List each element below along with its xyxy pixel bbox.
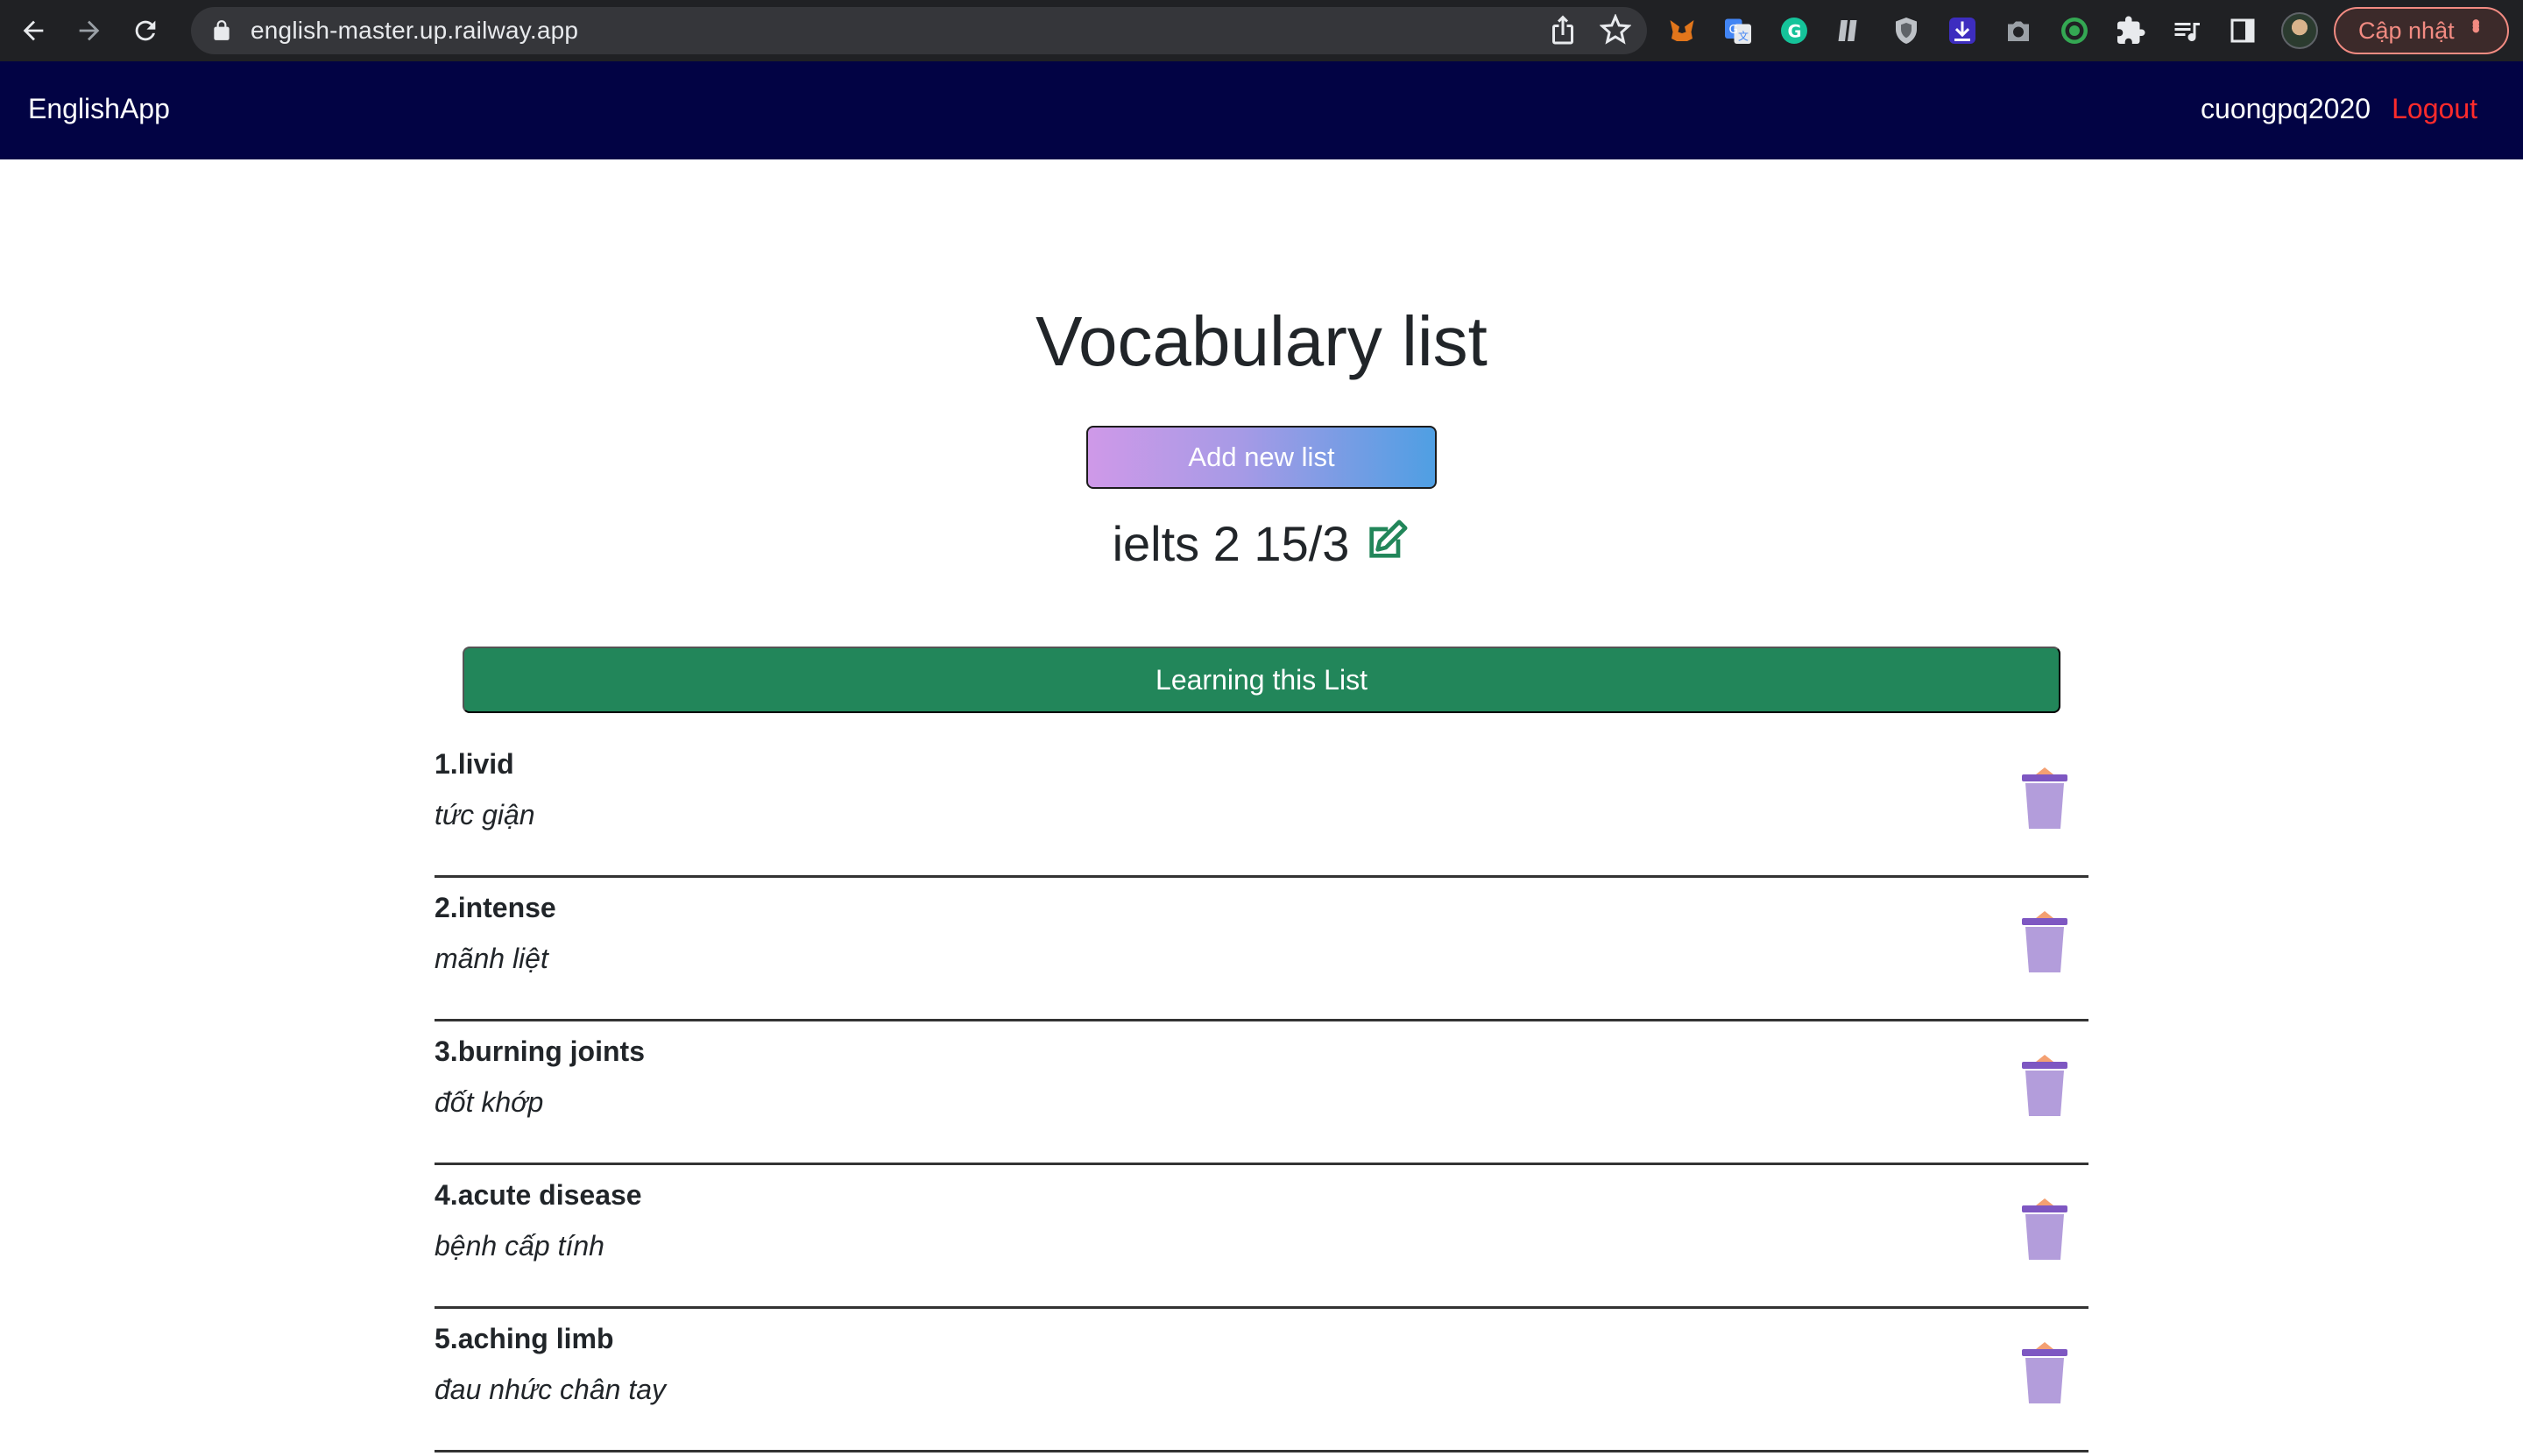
arrow-right-icon bbox=[79, 20, 100, 41]
list-heading: ielts 2 15/3 bbox=[0, 515, 2523, 572]
vocab-meaning: tức giận bbox=[435, 799, 535, 830]
list-item: 2.intense mãnh liệt bbox=[435, 878, 2088, 1021]
grammarly-icon[interactable]: G bbox=[1777, 13, 1812, 48]
list-item: 4.acute disease bệnh cấp tính bbox=[435, 1165, 2088, 1309]
vocab-word: 1.livid bbox=[435, 748, 514, 780]
vocab-meaning: đau nhức chân tay bbox=[435, 1374, 667, 1405]
add-new-list-button[interactable]: Add new list bbox=[1086, 426, 1437, 489]
list-item: 1.livid tức giận bbox=[435, 734, 2088, 878]
vocab-meaning: mãnh liệt bbox=[435, 943, 548, 974]
trash-icon[interactable] bbox=[2020, 1197, 2069, 1263]
extensions-bar: G文 G bbox=[1664, 9, 2318, 53]
trash-icon[interactable] bbox=[2020, 909, 2069, 976]
address-bar[interactable]: english-master.up.railway.app bbox=[191, 7, 1647, 54]
notes-icon[interactable] bbox=[1833, 13, 1868, 48]
reload-icon bbox=[135, 20, 156, 41]
update-label: Cập nhật bbox=[2358, 17, 2455, 44]
vocab-word: 3.burning joints bbox=[435, 1035, 645, 1067]
media-icon[interactable] bbox=[2169, 13, 2204, 48]
forward-button[interactable] bbox=[65, 6, 114, 55]
back-button[interactable] bbox=[9, 6, 58, 55]
vocab-meaning: đốt khớp bbox=[435, 1086, 544, 1118]
arrow-left-icon bbox=[23, 20, 44, 41]
svg-text:文: 文 bbox=[1738, 30, 1749, 43]
star-icon[interactable] bbox=[1600, 14, 1631, 46]
app-navbar: EnglishApp cuongpq2020 Logout bbox=[0, 61, 2523, 159]
trash-icon[interactable] bbox=[2020, 1053, 2069, 1120]
svg-text:G: G bbox=[1788, 22, 1802, 42]
vocab-word: 5.aching limb bbox=[435, 1323, 614, 1354]
learn-list-button[interactable]: Learning this List bbox=[463, 647, 2060, 713]
vocab-meaning: bệnh cấp tính bbox=[435, 1230, 604, 1262]
profile-avatar[interactable] bbox=[2281, 12, 2318, 49]
more-menu-icon[interactable]: ••• bbox=[2463, 18, 2490, 28]
lock-icon bbox=[214, 20, 230, 40]
vocab-word: 4.acute disease bbox=[435, 1179, 642, 1211]
vocab-word: 2.intense bbox=[435, 892, 556, 923]
share-icon[interactable] bbox=[1547, 14, 1579, 46]
puzzle-icon[interactable] bbox=[2113, 13, 2148, 48]
edit-icon[interactable] bbox=[1361, 517, 1410, 566]
username-label: cuongpq2020 bbox=[2201, 93, 2371, 124]
sidepanel-icon[interactable] bbox=[2225, 13, 2260, 48]
vocabulary-list: 1.livid tức giận 2.intense mãnh liệt 3.b… bbox=[435, 734, 2088, 1452]
list-name: ielts 2 15/3 bbox=[1112, 516, 1350, 571]
trash-icon[interactable] bbox=[2020, 766, 2069, 832]
camera-icon[interactable] bbox=[2001, 13, 2036, 48]
reload-button[interactable] bbox=[121, 6, 170, 55]
google-translate-icon[interactable]: G文 bbox=[1721, 13, 1756, 48]
trash-icon[interactable] bbox=[2020, 1340, 2069, 1407]
page-title: Vocabulary list bbox=[1035, 302, 1488, 380]
url-text: english-master.up.railway.app bbox=[251, 17, 579, 44]
shield-icon[interactable] bbox=[1889, 13, 1924, 48]
metamask-icon[interactable] bbox=[1664, 13, 1700, 48]
circle-target-icon[interactable] bbox=[2057, 13, 2092, 48]
brand-link[interactable]: EnglishApp bbox=[28, 93, 170, 125]
download-icon[interactable] bbox=[1945, 13, 1980, 48]
svg-text:G: G bbox=[1729, 23, 1738, 37]
update-chrome-button[interactable]: Cập nhật ••• bbox=[2334, 7, 2509, 54]
browser-toolbar: english-master.up.railway.app G文 G Cập n… bbox=[0, 0, 2523, 61]
list-item: 5.aching limb đau nhức chân tay bbox=[435, 1309, 2088, 1452]
list-item: 3.burning joints đốt khớp bbox=[435, 1021, 2088, 1165]
logout-link[interactable]: Logout bbox=[2392, 93, 2477, 125]
